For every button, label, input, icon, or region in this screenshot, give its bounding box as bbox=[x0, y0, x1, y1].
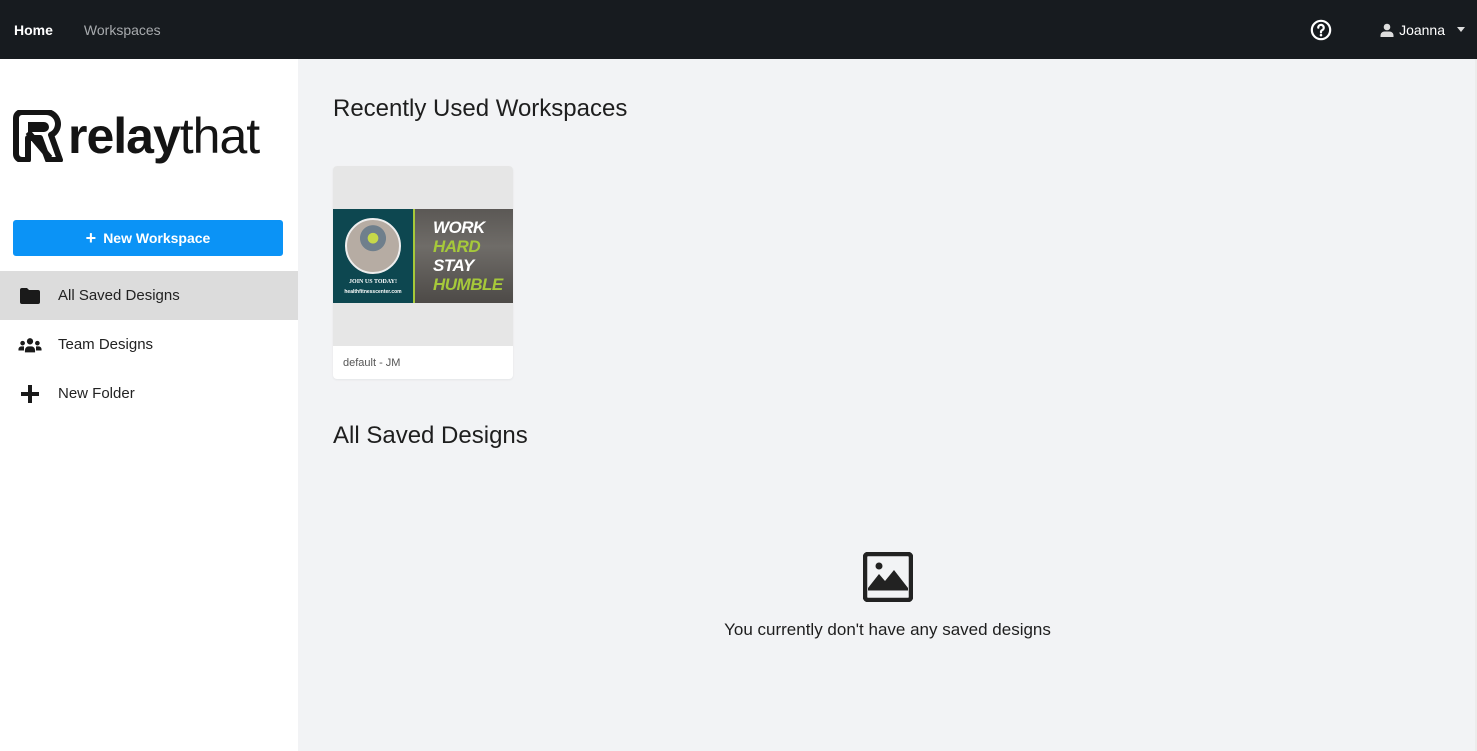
user-icon bbox=[1380, 23, 1394, 37]
question-circle-icon[interactable] bbox=[1310, 19, 1332, 41]
sidebar-item-label: All Saved Designs bbox=[58, 287, 180, 304]
new-workspace-button[interactable]: + New Workspace bbox=[13, 220, 283, 256]
thumbnail-photo bbox=[345, 218, 401, 274]
workspace-thumbnail: JOIN US TODAY! healthfitnesscenter.com W… bbox=[333, 166, 513, 346]
top-navbar: Home Workspaces Joanna bbox=[0, 0, 1477, 59]
sidebar-menu: All Saved Designs Team Designs New Folde… bbox=[0, 271, 298, 418]
thumbnail-cta: JOIN US TODAY! bbox=[349, 279, 397, 285]
thumbnail-left-panel: JOIN US TODAY! healthfitnesscenter.com bbox=[333, 209, 413, 303]
workspace-card[interactable]: JOIN US TODAY! healthfitnesscenter.com W… bbox=[333, 166, 513, 379]
relaythat-logo: relaythat bbox=[12, 108, 260, 164]
logo-mark-icon bbox=[13, 110, 63, 162]
thumbnail-right-panel: WORK HARD STAY HUMBLE bbox=[413, 209, 513, 303]
headline-line: WORK bbox=[433, 218, 485, 237]
headline-line: HARD bbox=[433, 237, 481, 256]
users-icon bbox=[18, 335, 42, 355]
empty-state: You currently don't have any saved desig… bbox=[298, 552, 1477, 640]
workspace-card-label: default - JM bbox=[343, 356, 401, 369]
plus-icon: + bbox=[85, 228, 97, 248]
main-content: Recently Used Workspaces JOIN US TODAY! … bbox=[298, 59, 1477, 751]
logo-text-light: that bbox=[179, 108, 260, 164]
sidebar: relaythat + New Workspace All Saved Desi… bbox=[0, 59, 298, 751]
folder-icon bbox=[18, 286, 42, 306]
empty-state-message: You currently don't have any saved desig… bbox=[724, 620, 1051, 639]
thumbnail-url: healthfitnesscenter.com bbox=[344, 289, 402, 295]
user-menu[interactable]: Joanna bbox=[1380, 22, 1465, 38]
sidebar-item-label: Team Designs bbox=[58, 336, 154, 353]
logo-text-bold: relay bbox=[68, 108, 181, 164]
sidebar-item-team-designs[interactable]: Team Designs bbox=[0, 320, 298, 369]
all-saved-designs-title: All Saved Designs bbox=[333, 422, 528, 449]
headline-line: HUMBLE bbox=[433, 275, 503, 294]
thumbnail-image: JOIN US TODAY! healthfitnesscenter.com W… bbox=[333, 209, 513, 303]
nav-home[interactable]: Home bbox=[14, 22, 53, 38]
caret-down-icon bbox=[1457, 27, 1465, 32]
image-icon bbox=[862, 552, 913, 602]
logo-text: relaythat bbox=[68, 108, 260, 164]
new-workspace-label: New Workspace bbox=[103, 230, 211, 246]
sidebar-item-new-folder[interactable]: New Folder bbox=[0, 369, 298, 418]
nav-right: Joanna bbox=[1310, 0, 1477, 59]
recent-workspaces-title: Recently Used Workspaces bbox=[333, 95, 628, 122]
nav-links: Home Workspaces bbox=[0, 22, 192, 38]
nav-workspaces[interactable]: Workspaces bbox=[84, 22, 161, 38]
plus-icon bbox=[18, 384, 42, 404]
user-name: Joanna bbox=[1399, 21, 1445, 38]
headline-line: STAY bbox=[433, 256, 474, 275]
sidebar-item-all-saved-designs[interactable]: All Saved Designs bbox=[0, 271, 298, 320]
sidebar-item-label: New Folder bbox=[58, 385, 135, 402]
